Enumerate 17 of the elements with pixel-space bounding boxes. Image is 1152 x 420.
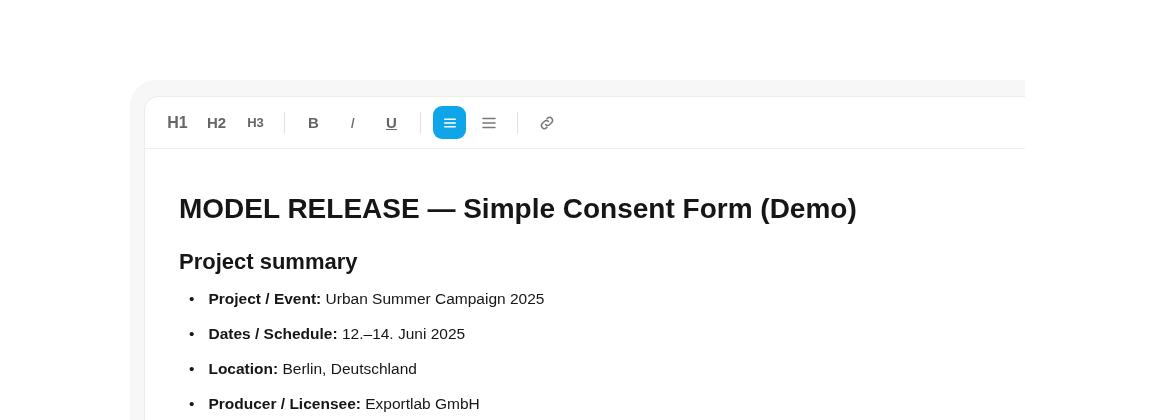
bold-button[interactable]: B [297,106,330,139]
list-item: Project / Event: Urban Summer Campaign 2025 [208,289,545,309]
heading-3-button[interactable]: H3 [239,106,272,139]
list-item: Dates / Schedule: 12.–14. Juni 2025 [208,324,466,344]
underline-button[interactable]: U [375,106,408,139]
list-item: Location: Berlin, Deutschland [208,359,417,379]
bullet: • [189,394,195,414]
italic-button[interactable]: I [336,106,369,139]
section-heading: Project summary [179,249,359,275]
align-button[interactable] [433,106,466,139]
bullet: • [189,359,195,379]
heading-2-button[interactable]: H2 [200,106,233,139]
bullet: • [189,324,195,344]
heading-1-button[interactable]: H1 [161,106,194,139]
bullet: • [189,289,195,309]
list-item: Producer / Licensee: Exportlab GmbH [208,394,480,414]
document-title: MODEL RELEASE — Simple Consent Form (Demo) [179,193,858,225]
